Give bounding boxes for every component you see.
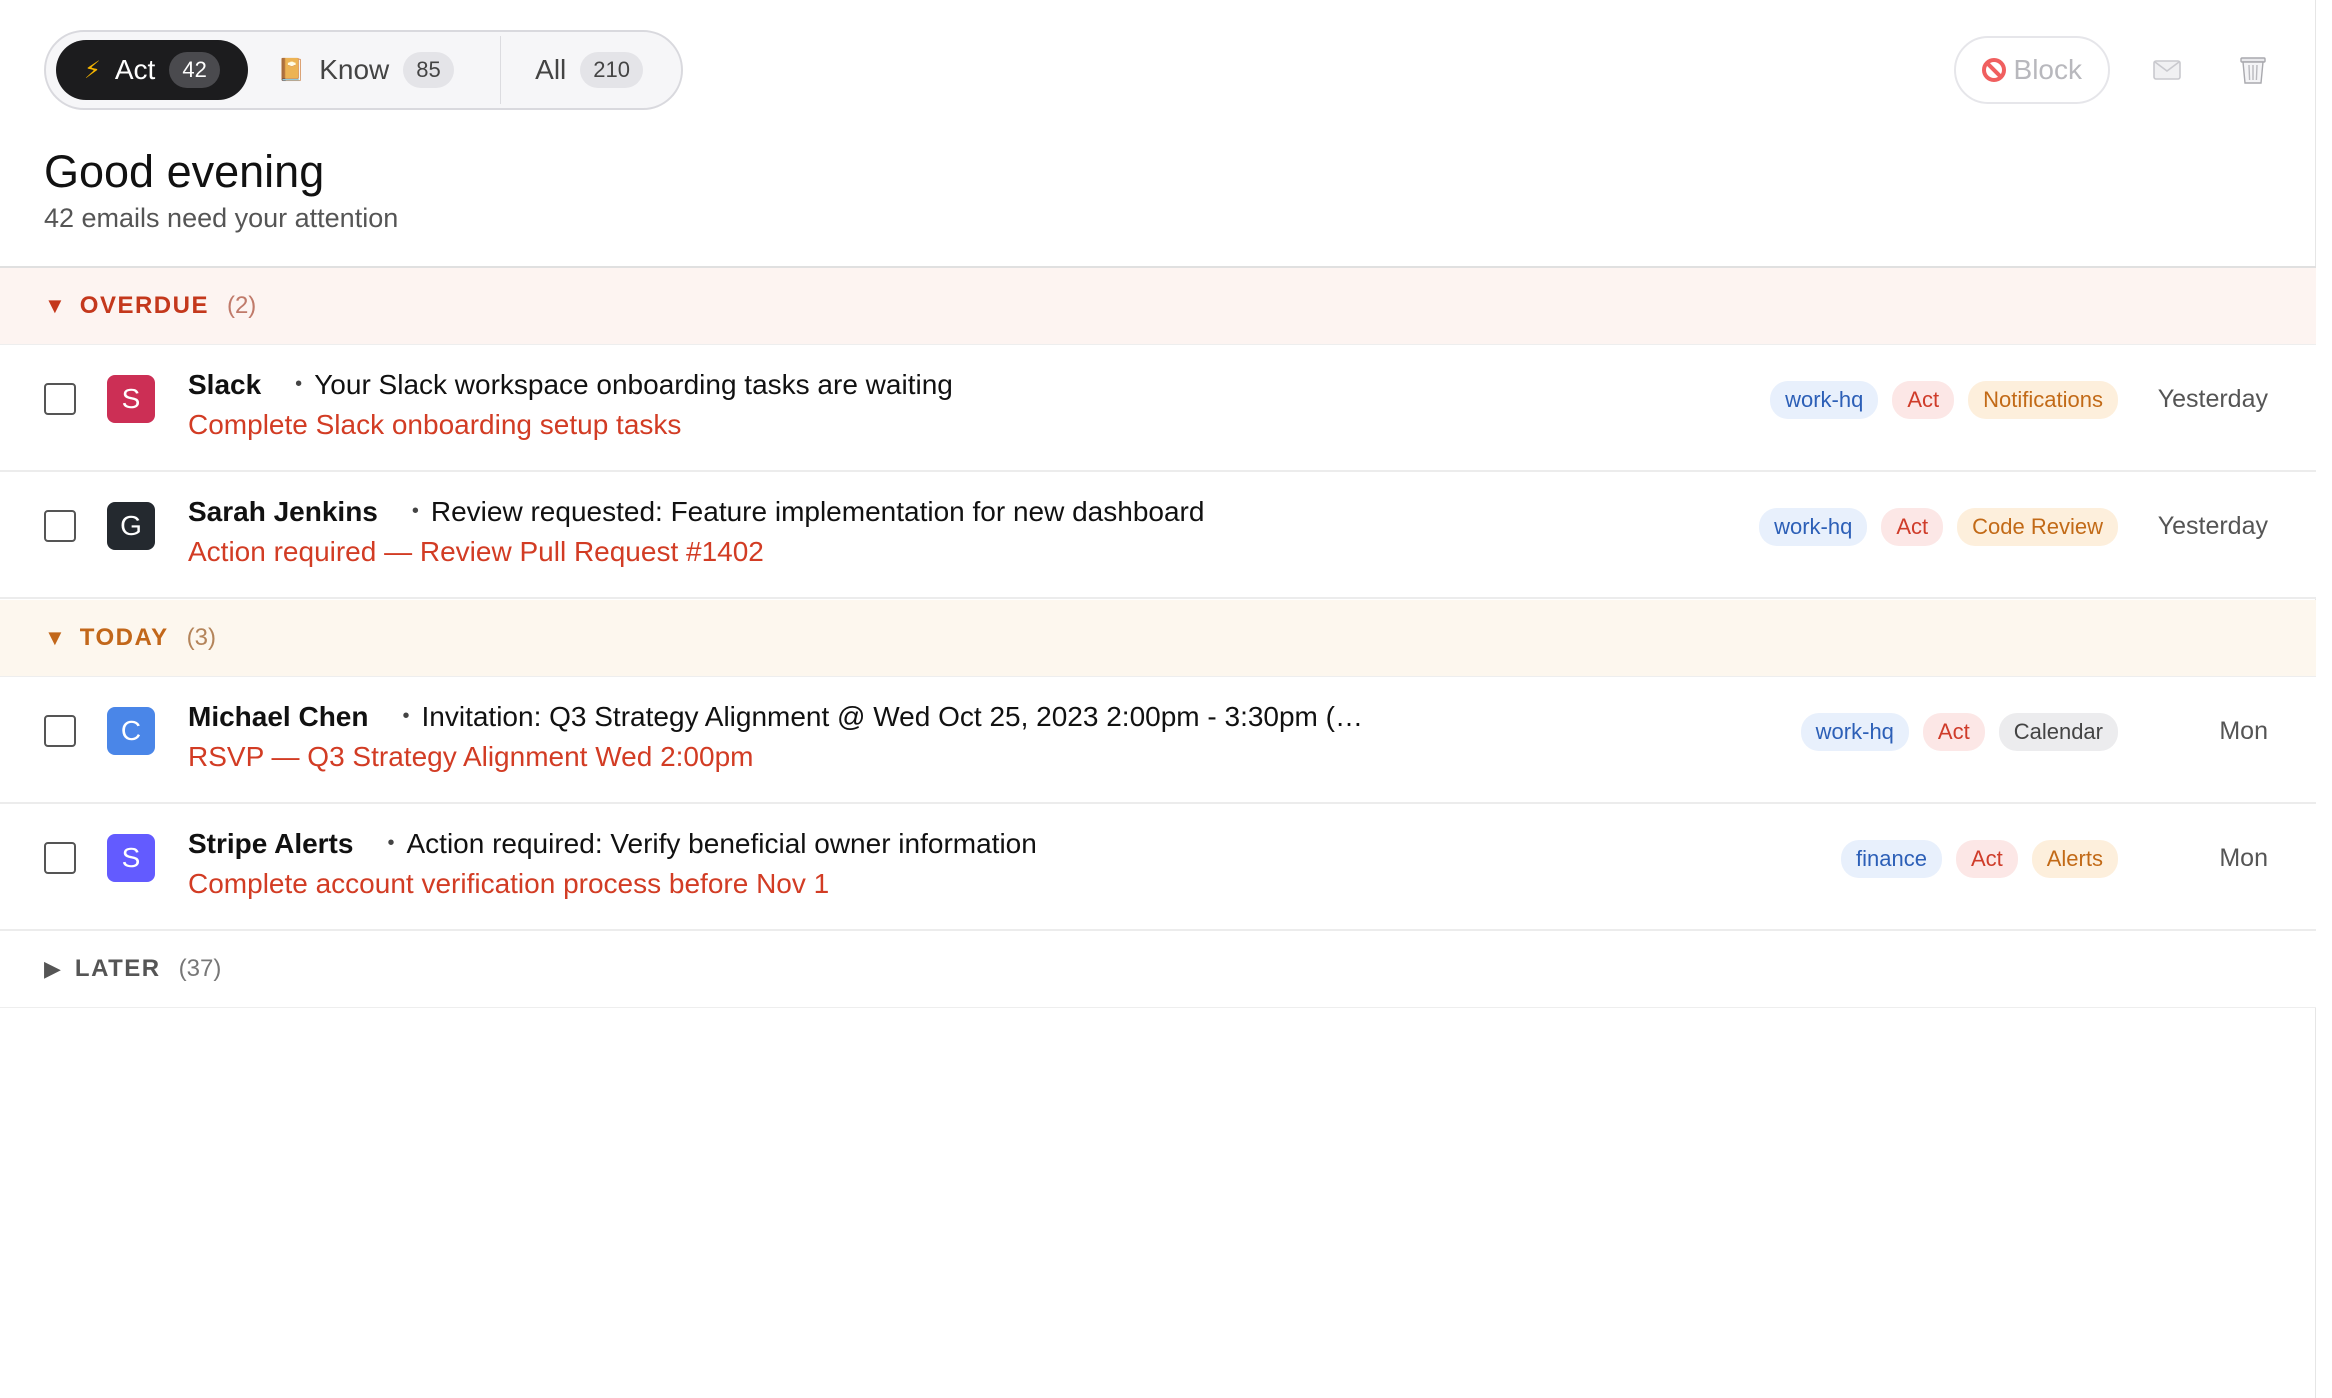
email-headline: Michael Chen • Invitation: Q3 Strategy A… (188, 701, 1363, 733)
email-row[interactable]: C Michael Chen • Invitation: Q3 Strategy… (0, 677, 2316, 804)
tag-label[interactable]: work-hq (1759, 508, 1868, 546)
tag-category[interactable]: Notifications (1968, 381, 2118, 419)
action-summary: Action required — Review Pull Request #1… (188, 536, 764, 567)
tag-list: work-hq Act Notifications (1770, 381, 2118, 419)
section-count: (37) (178, 955, 222, 982)
mail-icon (2153, 60, 2181, 80)
tab-divider (499, 36, 502, 104)
email-subject: Action required: Verify beneficial owner… (406, 828, 1037, 859)
tag-category[interactable]: Calendar (1998, 713, 2118, 751)
page-title: Good evening (44, 146, 325, 197)
chevron-down-icon: ▼ (44, 625, 66, 650)
header: ⚡ Act 42 📔 Know 85 All 210 Block Good ev… (0, 0, 2316, 268)
email-headline: Slack • Your Slack workspace onboarding … (188, 369, 953, 401)
email-row[interactable]: G Sarah Jenkins • Review requested: Feat… (0, 472, 2316, 599)
email-headline: Sarah Jenkins • Review requested: Featur… (188, 496, 1204, 528)
action-summary: RSVP — Q3 Strategy Alignment Wed 2:00pm (188, 741, 754, 772)
inbox-app: ⚡ Act 42 📔 Know 85 All 210 Block Good ev… (0, 0, 2316, 1398)
chevron-right-icon: ▶ (44, 956, 61, 981)
section-count: (2) (226, 292, 257, 319)
row-checkbox[interactable] (44, 715, 76, 747)
tag-label[interactable]: work-hq (1770, 381, 1879, 419)
view-switcher: ⚡ Act 42 📔 Know 85 All 210 (44, 30, 683, 110)
toolbar: Block (1953, 36, 2276, 104)
tab-act-label: Act (114, 54, 156, 85)
email-subject: Invitation: Q3 Strategy Alignment @ Wed … (421, 701, 1364, 732)
section-label: OVERDUE (79, 292, 209, 319)
sender-name: Slack (188, 369, 262, 400)
tab-know-count: 85 (403, 52, 454, 88)
tag-category[interactable]: Code Review (1957, 508, 2118, 546)
tab-know[interactable]: 📔 Know 85 (248, 40, 482, 100)
tag-list: finance Act Alerts (1841, 840, 2118, 878)
tag-category[interactable]: Alerts (2031, 840, 2118, 878)
email-row[interactable]: S Slack • Your Slack workspace onboardin… (0, 345, 2316, 472)
separator-dot: • (411, 500, 419, 522)
separator-dot: • (402, 705, 410, 727)
tag-act[interactable]: Act (1892, 381, 1955, 419)
section-later-header[interactable]: ▶ LATER (37) (0, 931, 2316, 1008)
email-date: Mon (2219, 717, 2268, 745)
tag-act[interactable]: Act (1922, 713, 1985, 751)
page-gutter (2317, 0, 2332, 1398)
tab-act[interactable]: ⚡ Act 42 (56, 40, 248, 100)
tag-label[interactable]: finance (1841, 840, 1942, 878)
email-date: Mon (2219, 844, 2268, 872)
separator-dot: • (295, 373, 303, 395)
notebook-icon: 📔 (277, 57, 306, 82)
email-date: Yesterday (2157, 385, 2268, 413)
row-checkbox[interactable] (44, 842, 76, 874)
tag-act[interactable]: Act (1881, 508, 1944, 546)
tab-all-label: All (535, 54, 567, 85)
tab-know-label: Know (319, 54, 390, 85)
tag-list: work-hq Act Code Review (1759, 508, 2118, 546)
sender-name: Michael Chen (188, 701, 369, 732)
email-row[interactable]: S Stripe Alerts • Action required: Verif… (0, 804, 2316, 931)
section-label: LATER (74, 955, 161, 982)
trash-button[interactable] (2230, 47, 2276, 93)
page-subtitle: 42 emails need your attention (44, 203, 399, 233)
row-checkbox[interactable] (44, 383, 76, 415)
tab-all-count: 210 (580, 52, 643, 88)
lightning-icon: ⚡ (84, 56, 101, 84)
block-label: Block (2013, 54, 2082, 85)
avatar: C (107, 707, 155, 755)
email-subject: Your Slack workspace onboarding tasks ar… (314, 369, 953, 400)
section-count: (3) (186, 624, 216, 651)
sender-name: Stripe Alerts (188, 828, 354, 859)
sender-name: Sarah Jenkins (188, 496, 378, 527)
tab-act-count: 42 (169, 52, 220, 88)
tag-act[interactable]: Act (1955, 840, 2018, 878)
row-checkbox[interactable] (44, 510, 76, 542)
tag-label[interactable]: work-hq (1800, 713, 1909, 751)
email-date: Yesterday (2157, 512, 2268, 540)
tab-all[interactable]: All 210 (507, 40, 671, 100)
section-label: TODAY (79, 624, 169, 651)
section-overdue-header[interactable]: ▼ OVERDUE (2) (0, 268, 2316, 345)
email-subject: Review requested: Feature implementation… (430, 496, 1205, 527)
action-summary: Complete account verification process be… (188, 868, 830, 899)
trash-icon (2240, 57, 2266, 84)
separator-dot: • (387, 832, 395, 854)
block-button[interactable]: Block (1953, 36, 2110, 104)
tag-list: work-hq Act Calendar (1800, 713, 2118, 751)
section-today-header[interactable]: ▼ TODAY (3) (0, 600, 2316, 677)
avatar: S (107, 375, 155, 423)
chevron-down-icon: ▼ (44, 293, 66, 318)
avatar: G (107, 502, 155, 550)
avatar: S (107, 834, 155, 882)
no-entry-icon (1981, 58, 2006, 82)
mail-button[interactable] (2144, 47, 2190, 93)
email-headline: Stripe Alerts • Action required: Verify … (188, 828, 1037, 860)
action-summary: Complete Slack onboarding setup tasks (188, 409, 682, 440)
